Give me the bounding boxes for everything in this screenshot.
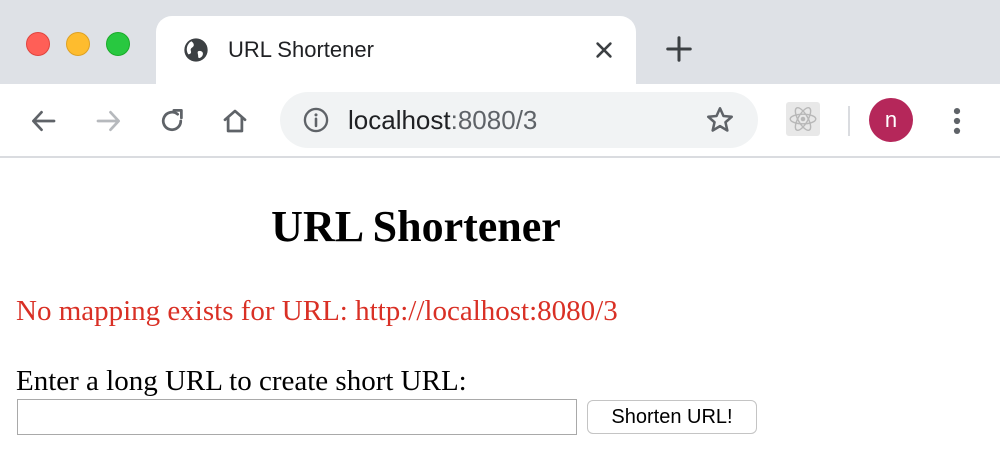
- atom-icon: [789, 106, 817, 132]
- back-arrow-icon[interactable]: [29, 106, 59, 136]
- menu-kebab-icon[interactable]: [942, 104, 972, 138]
- profile-avatar[interactable]: n: [869, 98, 913, 142]
- globe-icon: [184, 38, 208, 62]
- tab-title: URL Shortener: [228, 37, 374, 62]
- home-icon[interactable]: [220, 106, 250, 136]
- long-url-label: Enter a long URL to create short URL:: [16, 365, 467, 397]
- toolbar-divider: [848, 106, 850, 136]
- shorten-url-button[interactable]: Shorten URL!: [587, 400, 757, 434]
- url-path: :8080/3: [450, 105, 538, 135]
- zoom-window-button[interactable]: [106, 32, 130, 56]
- tab-strip: URL Shortener: [0, 0, 1000, 84]
- url-host: localhost: [348, 105, 451, 135]
- long-url-input[interactable]: [17, 399, 577, 435]
- forward-arrow-icon[interactable]: [93, 106, 123, 136]
- page-title: URL Shortener: [271, 202, 561, 251]
- browser-tab-active[interactable]: URL Shortener: [156, 16, 636, 84]
- reload-icon[interactable]: [157, 106, 187, 136]
- react-devtools-extension-icon[interactable]: [786, 102, 820, 136]
- url-text: localhost:8080/3: [348, 105, 537, 135]
- close-tab-icon[interactable]: [590, 36, 618, 64]
- address-bar[interactable]: localhost:8080/3: [280, 92, 758, 148]
- error-message: No mapping exists for URL: http://localh…: [16, 295, 618, 327]
- new-tab-plus-icon[interactable]: [664, 34, 694, 64]
- close-window-button[interactable]: [26, 32, 50, 56]
- browser-toolbar: localhost:8080/3 n: [0, 84, 1000, 158]
- bookmark-star-icon[interactable]: [704, 104, 736, 136]
- page-content: URL Shortener No mapping exists for URL:…: [0, 158, 1000, 472]
- info-icon[interactable]: [302, 106, 330, 134]
- minimize-window-button[interactable]: [66, 32, 90, 56]
